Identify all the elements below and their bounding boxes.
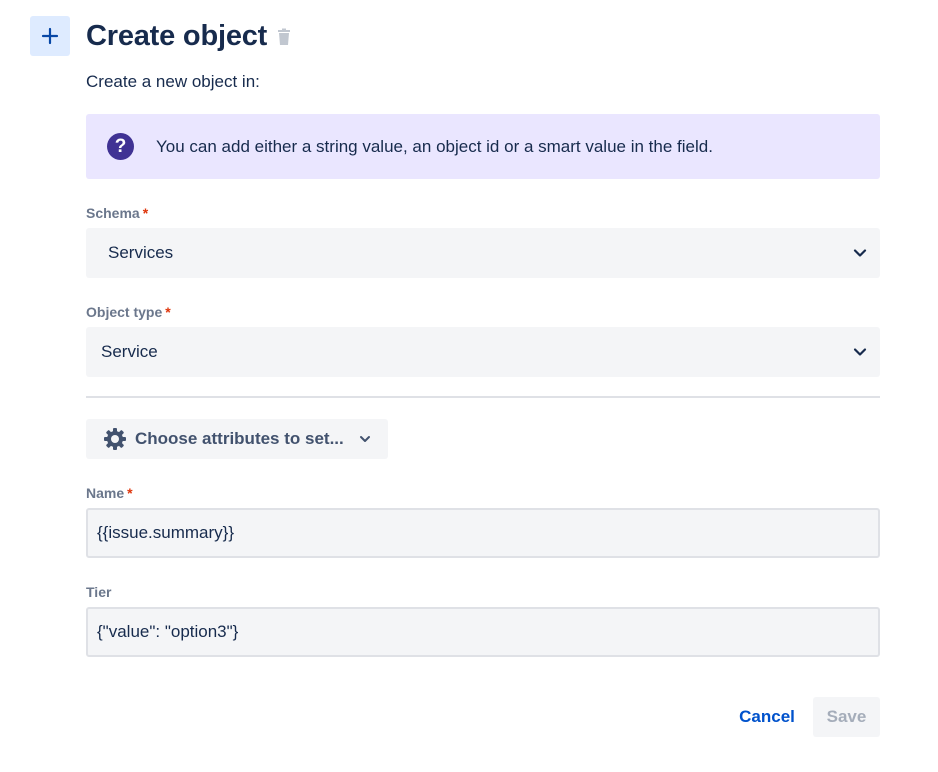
page-header: Create object bbox=[86, 16, 291, 56]
page-title: Create object bbox=[86, 19, 268, 52]
object-type-label: Object type * bbox=[86, 304, 171, 320]
object-type-selected-value: Service bbox=[101, 342, 158, 361]
object-type-label-text: Object type bbox=[86, 304, 163, 320]
object-type-select[interactable]: Service bbox=[86, 327, 880, 377]
save-button[interactable]: Save bbox=[813, 697, 880, 737]
choose-attributes-label: Choose attributes to set... bbox=[135, 429, 344, 448]
schema-selected-value: Services bbox=[108, 243, 174, 262]
info-banner-text: You can add either a string value, an ob… bbox=[156, 136, 713, 156]
add-action-button[interactable] bbox=[30, 16, 70, 56]
tier-label: Tier bbox=[86, 584, 111, 600]
chevron-down-icon bbox=[852, 245, 868, 261]
plus-icon bbox=[41, 27, 59, 45]
required-marker: * bbox=[142, 205, 149, 221]
chevron-down-icon bbox=[358, 432, 372, 446]
name-input[interactable]: {{issue.summary}} bbox=[86, 508, 880, 558]
schema-label: Schema * bbox=[86, 205, 148, 221]
tier-input[interactable]: {"value": "option3"} bbox=[86, 607, 880, 657]
page-subtitle: Create a new object in: bbox=[86, 72, 260, 91]
chevron-down-icon bbox=[852, 344, 868, 360]
gear-icon bbox=[103, 427, 127, 451]
choose-attributes-button[interactable]: Choose attributes to set... bbox=[86, 419, 388, 459]
question-circle-icon: ? bbox=[107, 133, 134, 160]
info-banner: ? You can add either a string value, an … bbox=[86, 114, 880, 179]
cancel-button[interactable]: Cancel bbox=[729, 697, 805, 737]
required-marker: * bbox=[165, 304, 171, 320]
section-divider bbox=[86, 396, 880, 398]
required-marker: * bbox=[127, 485, 133, 501]
name-label-text: Name bbox=[86, 485, 125, 501]
schema-label-text: Schema bbox=[86, 205, 140, 221]
tier-label-text: Tier bbox=[86, 584, 112, 600]
trash-icon[interactable] bbox=[277, 28, 291, 46]
schema-select[interactable]: Services bbox=[86, 228, 880, 278]
name-label: Name * bbox=[86, 485, 133, 501]
